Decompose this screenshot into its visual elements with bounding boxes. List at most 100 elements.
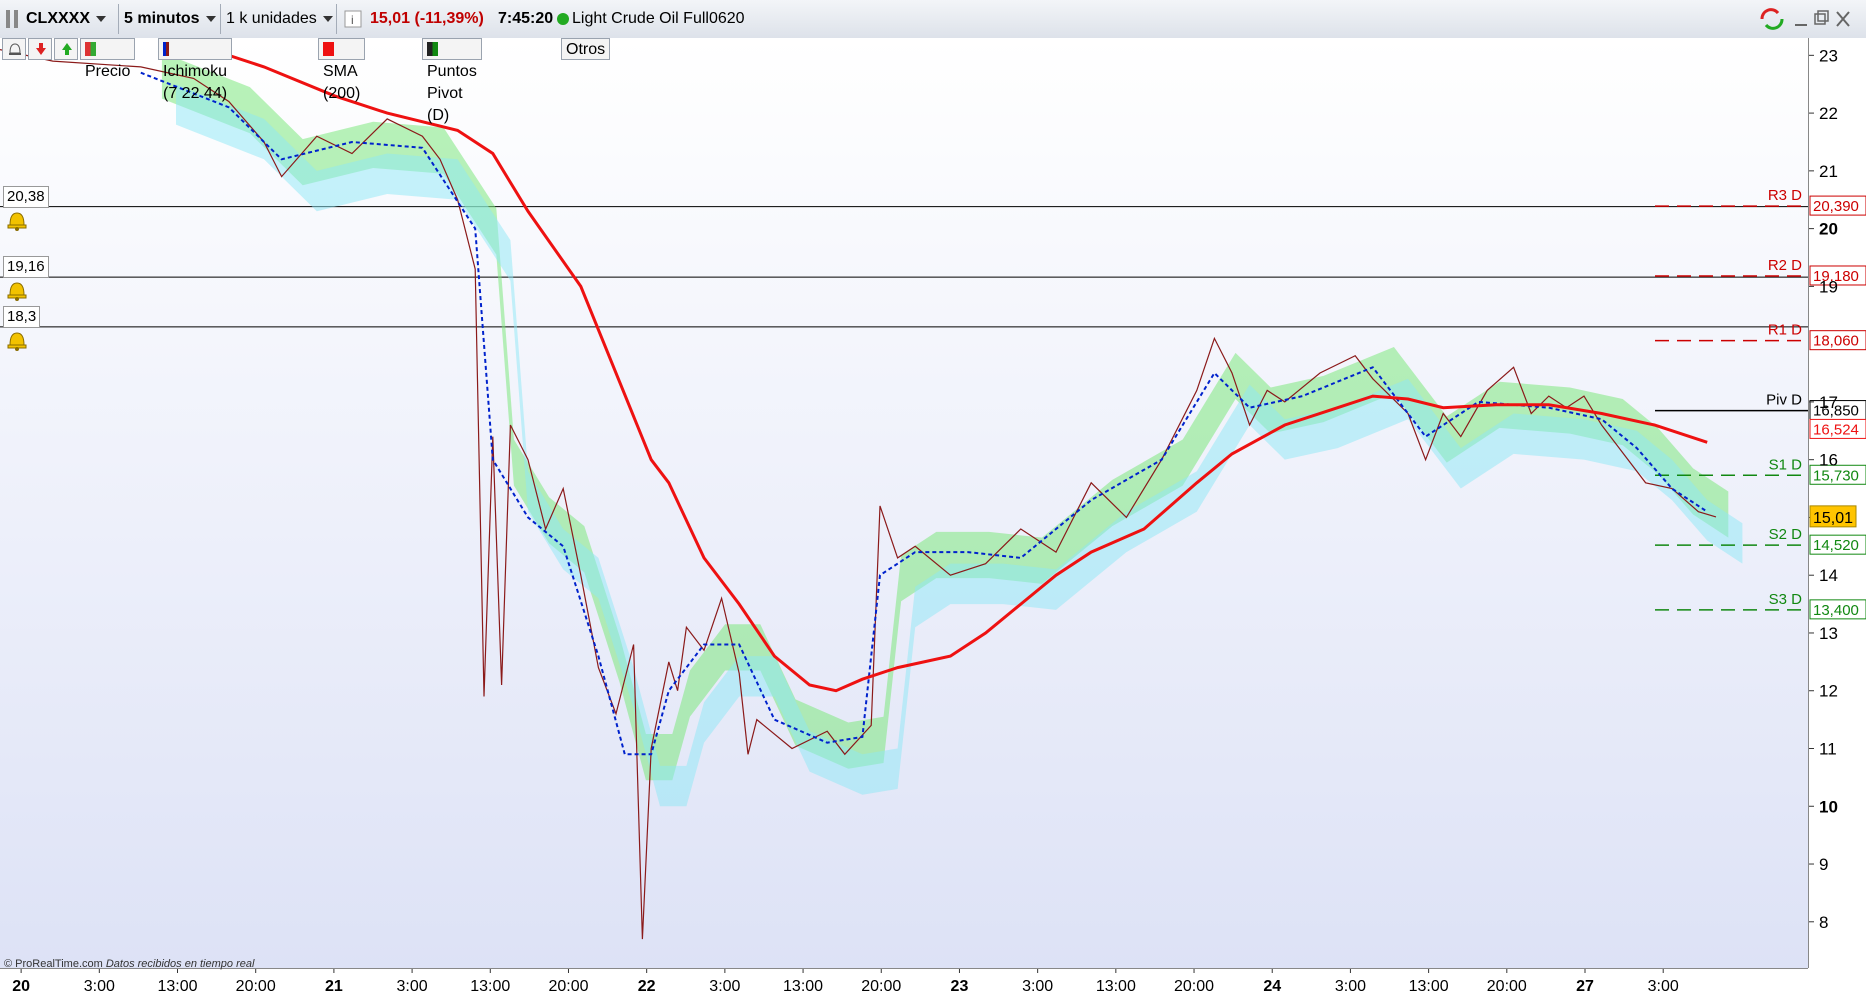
x-tick-label: 27	[1576, 978, 1594, 995]
x-tick-label: 20:00	[861, 978, 901, 995]
y-tick-label: 11	[1819, 739, 1837, 758]
bell-toggle-icon[interactable]	[2, 38, 26, 60]
price-axis-ticks: 20,39019,18018,06016,85015,73014,52013,4…	[1809, 46, 1866, 932]
pivot-value: 13,400	[1813, 602, 1859, 619]
pivot-value: 15,730	[1813, 467, 1859, 484]
x-tick-label: 13:00	[157, 978, 197, 995]
info-icon[interactable]: i	[344, 4, 362, 34]
y-tick-label: 16	[1819, 451, 1838, 470]
close-icon[interactable]	[1834, 4, 1852, 34]
x-tick-label: 20:00	[548, 978, 588, 995]
arrow-up-icon[interactable]	[54, 38, 78, 60]
legend-sma-label: SMA (200)	[323, 63, 361, 102]
x-tick-label: 13:00	[470, 978, 510, 995]
y-tick-label: 17	[1819, 393, 1838, 412]
chevron-down-icon	[96, 15, 107, 22]
alert-label[interactable]: 20,38	[3, 185, 49, 208]
x-tick-label: 22	[638, 978, 656, 995]
sync-icon[interactable]	[1758, 4, 1786, 34]
x-tick-label: 3:00	[1022, 978, 1053, 995]
pivot-name: S3 D	[1769, 591, 1803, 608]
legend-others-label: Otros	[566, 41, 606, 58]
x-tick-label: 21	[325, 978, 343, 995]
sma-swatch	[323, 42, 334, 56]
minimize-icon[interactable]	[1792, 4, 1810, 34]
legend-others[interactable]: Otros	[561, 38, 611, 60]
y-tick-label: 14	[1819, 566, 1838, 585]
interval-selector[interactable]: 5 minutos	[124, 4, 216, 34]
x-tick-label: 3:00	[84, 978, 115, 995]
y-tick-label: 10	[1819, 797, 1838, 816]
pivot-name: S1 D	[1769, 456, 1803, 473]
units-label: 1 k unidades	[226, 10, 317, 27]
legend-sma[interactable]: SMA (200)	[318, 38, 366, 102]
data-credit: © ProRealTime.com Datos recibidos en tie…	[4, 958, 254, 970]
y-tick-label: 19	[1819, 277, 1838, 296]
sma-value: 16,524	[1813, 421, 1859, 438]
x-tick-label: 24	[1263, 978, 1281, 995]
bell-icon[interactable]	[6, 279, 28, 307]
x-tick-label: 20:00	[236, 978, 276, 995]
x-tick-label: 13:00	[1409, 978, 1449, 995]
arrow-down-icon[interactable]	[28, 38, 52, 60]
pivot-value: 14,520	[1813, 537, 1859, 554]
series-precio	[0, 49, 1717, 940]
instrument-name: Light Crude Oil Full0620	[572, 10, 745, 27]
bell-icon[interactable]	[6, 329, 28, 357]
x-tick-label: 3:00	[709, 978, 740, 995]
pivot-name: Piv D	[1766, 392, 1802, 409]
x-tick-label: 20:00	[1487, 978, 1527, 995]
pivot-swatch	[427, 42, 438, 56]
menu-handle-icon[interactable]	[4, 4, 22, 34]
divider	[220, 4, 221, 34]
status-dot-icon	[556, 4, 570, 34]
legend-ichimoku-label: Ichimoku (7 22 44)	[163, 63, 228, 102]
x-tick-label: 3:00	[1648, 978, 1679, 995]
chevron-down-icon	[322, 15, 333, 22]
bell-icon[interactable]	[6, 209, 28, 237]
interval-label: 5 minutos	[124, 10, 200, 27]
last-price-value: 15,01	[1813, 510, 1853, 527]
toolbar: CLXXXX 5 minutos 1 k unidades i 15,01 (-…	[0, 0, 1866, 39]
legend-price-label: Precio	[85, 63, 131, 80]
pivot-value: 20,390	[1813, 198, 1859, 215]
x-tick-label: 3:00	[397, 978, 428, 995]
restore-icon[interactable]	[1812, 4, 1830, 34]
price-chart[interactable]: R3 D R2 D R1 D Piv D S1 D S2 D S3 D	[0, 38, 1808, 968]
pivot-name: R1 D	[1768, 322, 1802, 339]
pivot-value: 18,060	[1813, 333, 1859, 350]
svg-text:i: i	[351, 13, 354, 27]
y-tick-label: 20	[1819, 220, 1838, 239]
symbol-label: CLXXXX	[26, 10, 91, 27]
y-tick-label: 12	[1819, 682, 1838, 701]
x-tick-label: 20:00	[1174, 978, 1214, 995]
y-tick-label: 9	[1819, 855, 1828, 874]
chevron-down-icon	[205, 15, 216, 22]
alert-label[interactable]: 19,16	[3, 256, 49, 279]
price-axis[interactable]: 20,390 19,180 18,060 16,850 15,730 14,520 13,4…	[1808, 38, 1866, 968]
units-selector[interactable]: 1 k unidades	[226, 4, 333, 34]
x-tick-label: 23	[951, 978, 969, 995]
x-tick-label: 3:00	[1335, 978, 1366, 995]
y-tick-label: 21	[1819, 162, 1838, 181]
y-tick-label: 13	[1819, 624, 1838, 643]
credit-note: Datos recibidos en tiempo real	[105, 958, 255, 970]
pivot-name: R2 D	[1768, 257, 1802, 274]
quote-time: 7:45:20	[498, 10, 554, 27]
price-swatch	[85, 42, 96, 56]
ichimoku-swatch	[163, 42, 169, 56]
x-tick-label: 13:00	[1096, 978, 1136, 995]
time-axis[interactable]: 20 3:00 13:00 20:00 21 3:00 13:00 20:00 22 3:00 13…	[0, 968, 1808, 1001]
y-tick-label: 22	[1819, 104, 1838, 123]
symbol-selector[interactable]: CLXXXX	[26, 4, 107, 34]
legend-pivots[interactable]: Puntos Pivot (D)	[422, 38, 482, 124]
legend-price[interactable]: Precio	[80, 38, 136, 80]
ichimoku-cloud-bear	[176, 84, 1743, 807]
last-price-change: 15,01 (-11,39%)	[370, 10, 484, 27]
alert-label[interactable]: 18,3	[3, 305, 41, 328]
legend-ichimoku[interactable]: Ichimoku (7 22 44)	[158, 38, 233, 102]
y-tick-label: 8	[1819, 913, 1828, 932]
x-tick-label: 20	[12, 978, 30, 995]
x-tick-label: 13:00	[783, 978, 823, 995]
pivot-name: R3 D	[1768, 187, 1802, 204]
